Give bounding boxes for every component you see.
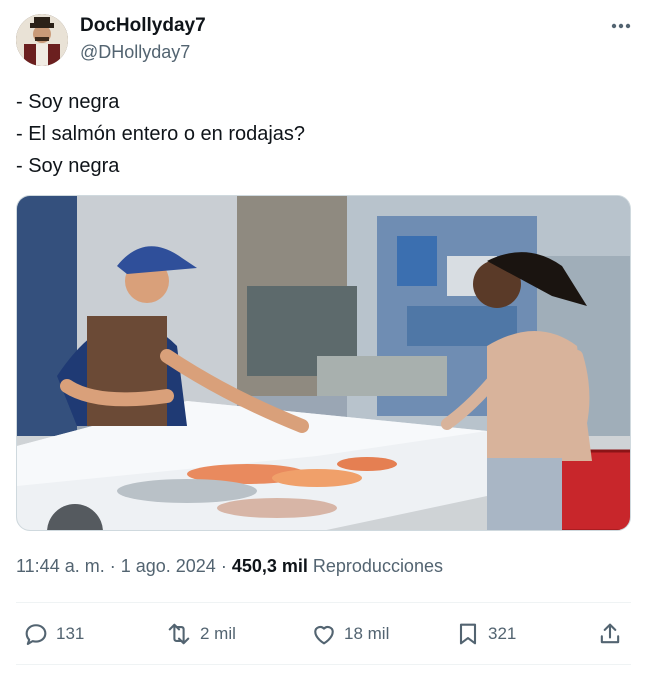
bookmark-icon xyxy=(459,623,477,645)
tweet-media-image[interactable] xyxy=(16,195,631,531)
divider xyxy=(16,602,631,603)
author-handle[interactable]: @DHollyday7 xyxy=(80,42,190,63)
tweet-line: - Soy negra xyxy=(16,155,120,177)
divider xyxy=(16,664,631,665)
views-label: Reproducciones xyxy=(312,556,443,576)
tweet-actions: 131 2 mil 18 mil 321 xyxy=(16,606,631,662)
tweet-time[interactable]: 11:44 a. m. xyxy=(16,556,105,576)
tweet-text: - Soy negra - El salmón entero o en roda… xyxy=(16,86,616,182)
share-button[interactable] xyxy=(596,618,624,650)
bookmark-count: 321 xyxy=(488,624,517,643)
meta-separator: · xyxy=(215,556,232,576)
tweet-line: - El salmón entero o en rodajas? xyxy=(16,123,306,145)
avatar[interactable] xyxy=(16,14,68,66)
author-display-name[interactable]: DocHollyday7 xyxy=(80,15,206,37)
more-options-icon[interactable] xyxy=(606,14,636,38)
like-button[interactable]: 18 mil xyxy=(310,618,389,650)
repost-icon xyxy=(168,623,190,645)
reply-icon xyxy=(25,624,47,645)
heart-icon xyxy=(314,625,334,645)
reply-button[interactable]: 131 xyxy=(22,618,84,650)
tweet-date[interactable]: 1 ago. 2024 xyxy=(121,556,216,576)
repost-count: 2 mil xyxy=(200,624,236,643)
meta-separator: · xyxy=(104,556,121,576)
repost-button[interactable]: 2 mil xyxy=(164,618,236,650)
tweet-line: - Soy negra xyxy=(16,91,120,113)
tweet-meta: 11:44 a. m. · 1 ago. 2024 · 450,3 mil Re… xyxy=(16,556,443,577)
avatar-image xyxy=(16,14,68,66)
bookmark-button[interactable]: 321 xyxy=(454,618,516,650)
like-count: 18 mil xyxy=(344,624,390,643)
reply-count: 131 xyxy=(56,624,85,643)
views-count: 450,3 mil xyxy=(231,556,308,576)
share-icon xyxy=(600,623,620,644)
